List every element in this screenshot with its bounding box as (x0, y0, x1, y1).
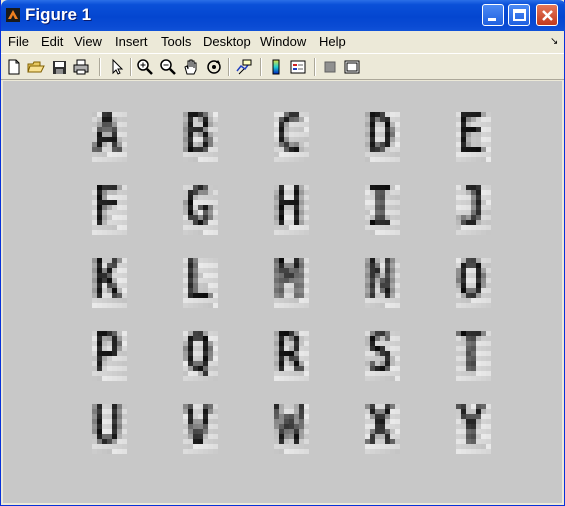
minimize-button[interactable] (482, 4, 504, 26)
figure-window: Figure 1 File Edit View Insert Tools Des… (0, 0, 565, 506)
window-title: Figure 1 (25, 5, 92, 24)
menu-insert[interactable]: Insert (115, 34, 148, 49)
zoom-in-icon[interactable] (135, 57, 155, 77)
open-folder-icon[interactable] (26, 57, 46, 77)
letter-image-t (456, 331, 492, 381)
menu-edit[interactable]: Edit (41, 34, 63, 49)
matlab-logo-icon (6, 8, 20, 22)
title-bar[interactable]: Figure 1 (1, 0, 565, 31)
menu-tools[interactable]: Tools (161, 34, 191, 49)
letter-image-o (456, 258, 492, 308)
letter-image-v (183, 404, 219, 454)
figure-canvas[interactable] (3, 81, 562, 503)
toolbar-separator (314, 58, 316, 76)
zoom-out-icon[interactable] (158, 57, 178, 77)
letter-image-x (365, 404, 401, 454)
letter-image-b (183, 112, 219, 162)
menu-file[interactable]: File (8, 34, 29, 49)
letter-image-w (274, 404, 310, 454)
letter-image-f (92, 185, 128, 235)
new-file-icon[interactable] (4, 57, 24, 77)
letter-image-d (365, 112, 401, 162)
letter-image-m (274, 258, 310, 308)
letter-image-u (92, 404, 128, 454)
data-cursor-icon[interactable] (234, 57, 254, 77)
letter-image-l (183, 258, 219, 308)
toolbar-separator (228, 58, 230, 76)
letter-image-c (274, 112, 310, 162)
letter-image-h (274, 185, 310, 235)
toolbar-separator (130, 58, 132, 76)
figure-toolbar (1, 53, 564, 80)
letter-image-n (365, 258, 401, 308)
maximize-button[interactable] (508, 4, 530, 26)
letter-image-r (274, 331, 310, 381)
letter-image-i (365, 185, 401, 235)
minimize-icon (488, 18, 496, 21)
letter-image-g (183, 185, 219, 235)
letter-image-k (92, 258, 128, 308)
rotate-3d-icon[interactable] (204, 57, 224, 77)
letter-image-s (365, 331, 401, 381)
menu-desktop[interactable]: Desktop (203, 34, 251, 49)
letter-image-y (456, 404, 492, 454)
toolbar-separator (260, 58, 262, 76)
letter-image-e (456, 112, 492, 162)
toolbar-separator (99, 58, 101, 76)
colorbar-icon[interactable] (266, 57, 286, 77)
letter-image-a (92, 112, 128, 162)
menu-view[interactable]: View (74, 34, 102, 49)
pointer-arrow-icon[interactable] (106, 57, 126, 77)
letter-image-q (183, 331, 219, 381)
show-plot-tools-icon[interactable] (342, 57, 362, 77)
legend-icon[interactable] (288, 57, 308, 77)
letter-image-j (456, 185, 492, 235)
close-icon (542, 10, 553, 21)
letter-image-p (92, 331, 128, 381)
save-icon[interactable] (49, 57, 69, 77)
print-icon[interactable] (71, 57, 91, 77)
menu-help[interactable]: Help (319, 34, 346, 49)
menu-bar: File Edit View Insert Tools Desktop Wind… (1, 31, 564, 53)
dock-arrow-icon[interactable]: ↘ (550, 36, 558, 47)
maximize-icon (513, 9, 526, 21)
hide-plot-tools-icon[interactable] (320, 57, 340, 77)
menu-window[interactable]: Window (260, 34, 306, 49)
close-button[interactable] (536, 4, 558, 26)
pan-hand-icon[interactable] (181, 57, 201, 77)
